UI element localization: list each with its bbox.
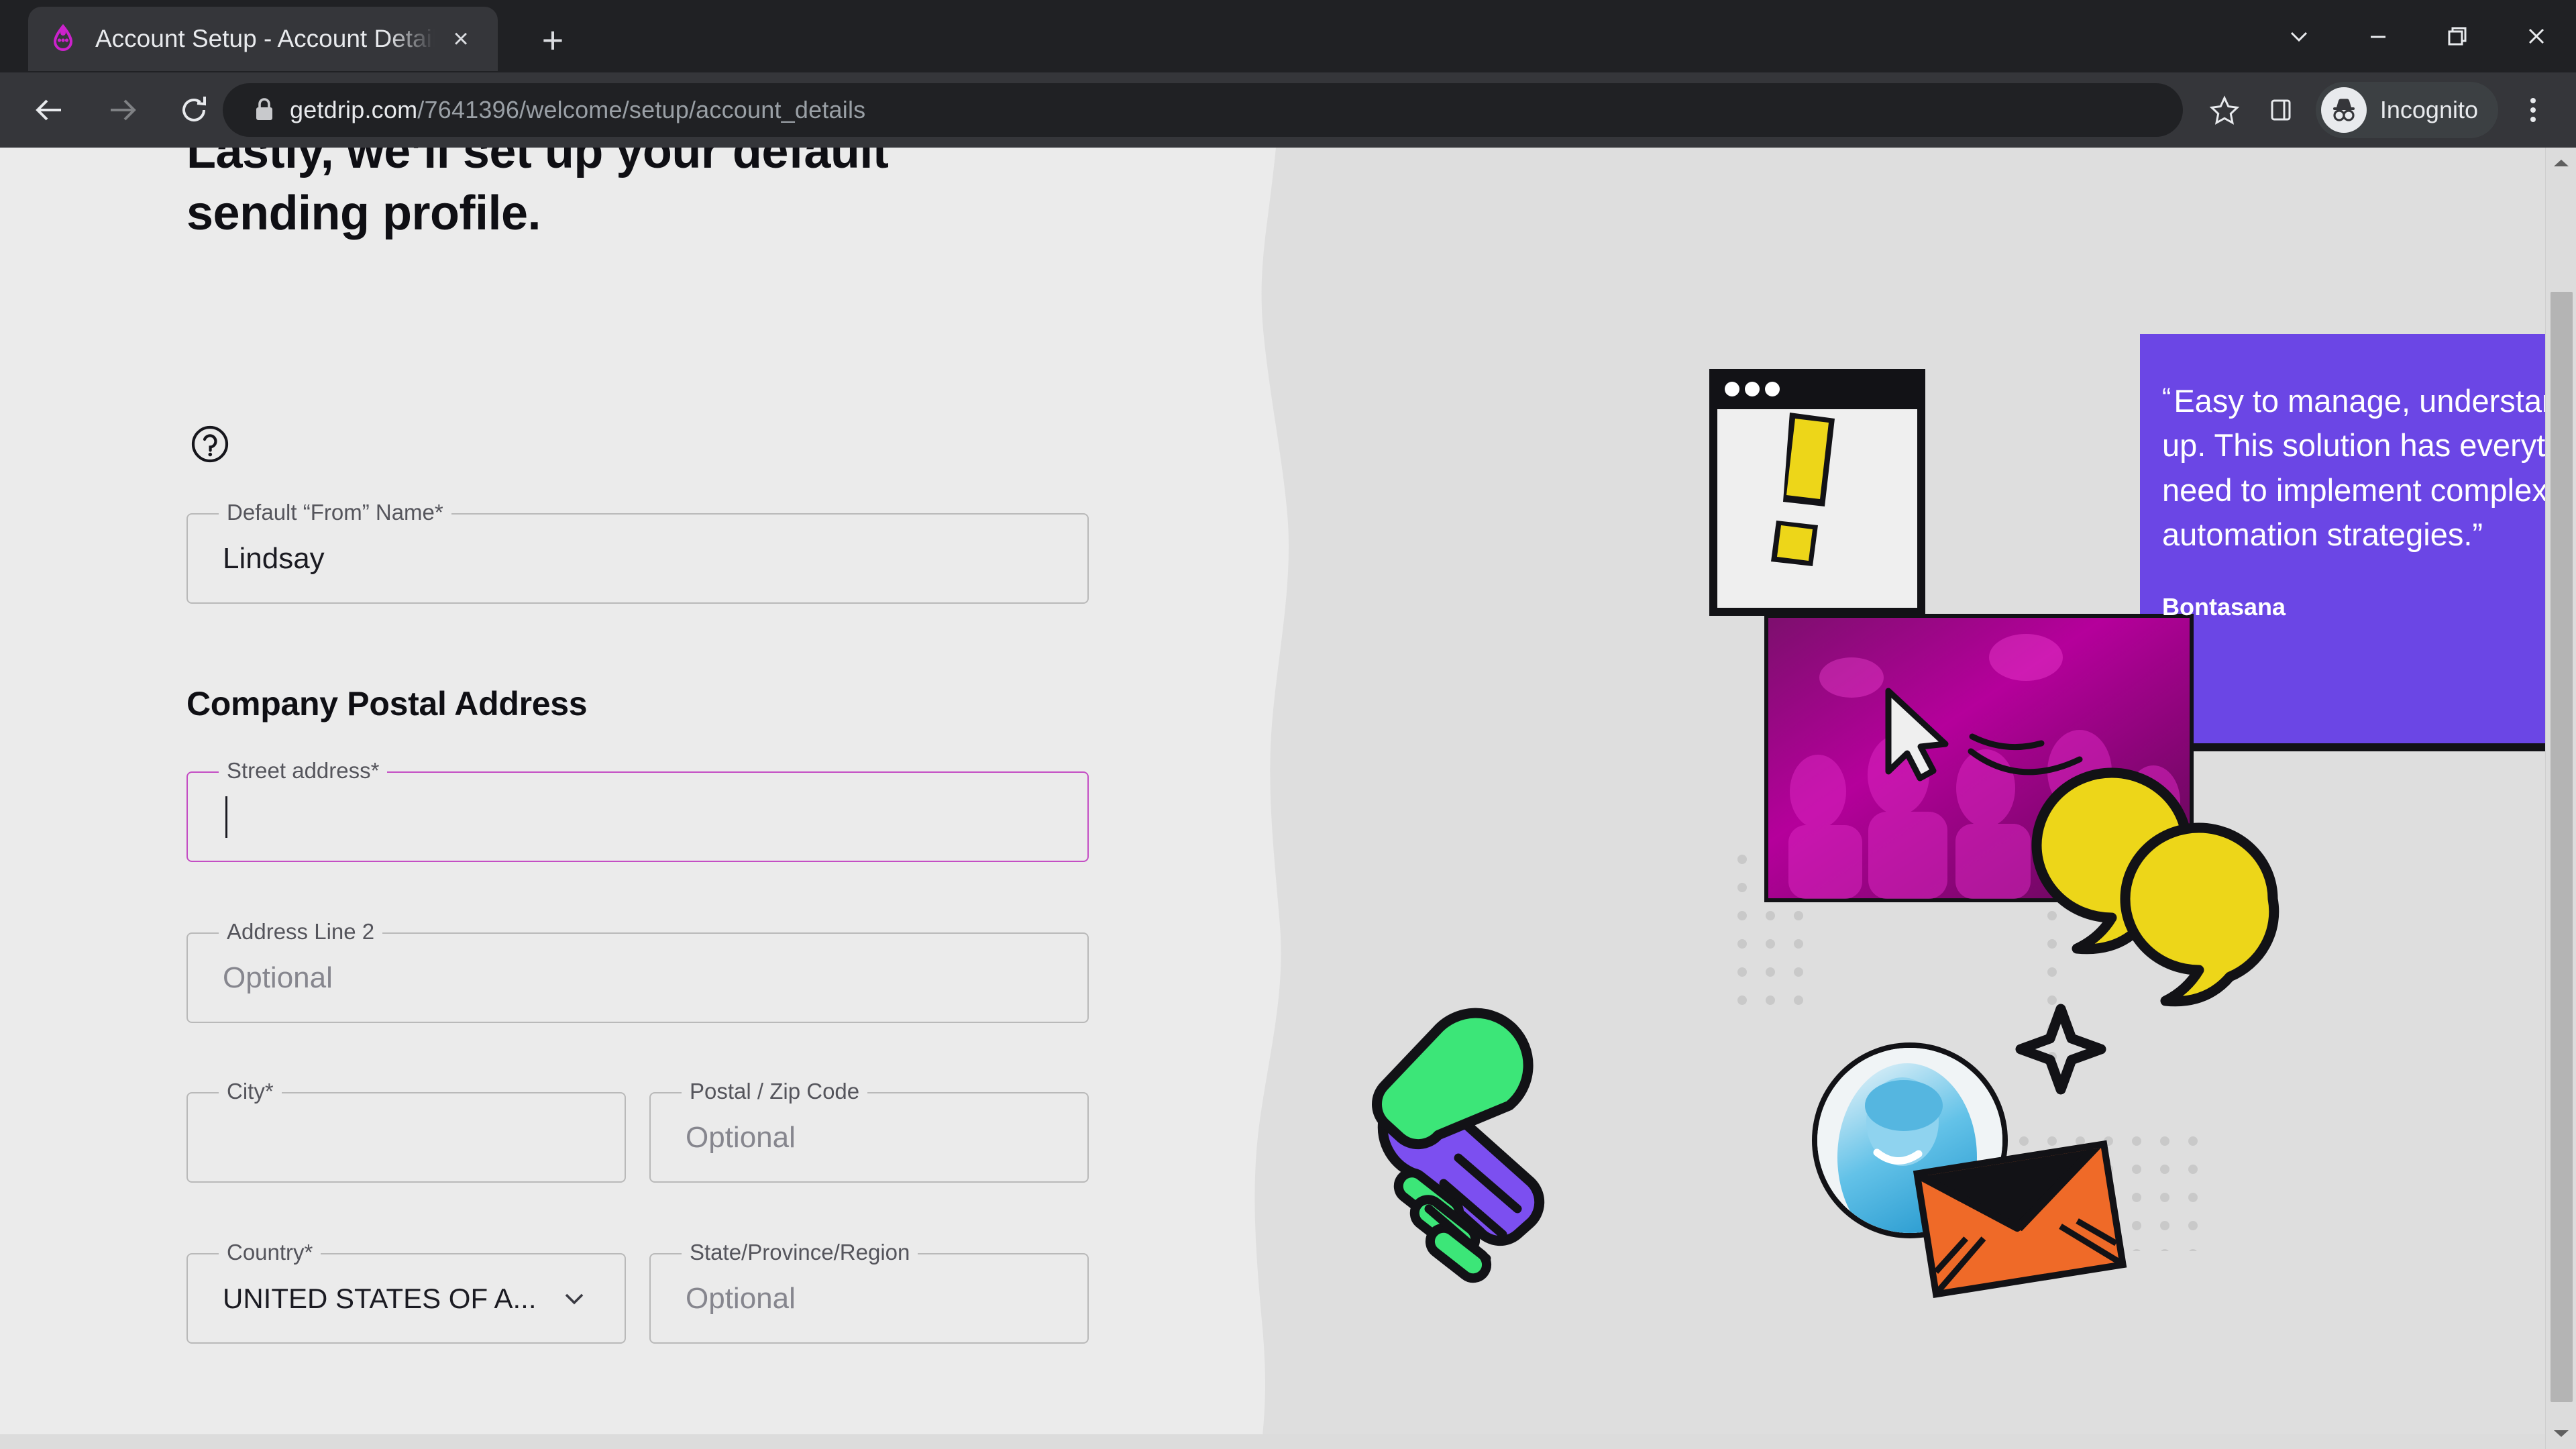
tab-search-icon[interactable]: [2259, 0, 2339, 72]
text-caret: [225, 796, 227, 838]
tab-strip: Account Setup - Account Details × +: [0, 0, 2576, 72]
country-value: UNITED STATES OF A...: [223, 1282, 537, 1314]
side-panel-icon[interactable]: [2253, 82, 2309, 138]
promo-illustration: [1372, 334, 2576, 1299]
browser-window: Account Setup - Account Details × + getd…: [0, 0, 2576, 1449]
star-icon[interactable]: [2196, 82, 2253, 138]
browser-tab[interactable]: Account Setup - Account Details ×: [28, 7, 498, 71]
back-icon[interactable]: [19, 79, 80, 141]
scroll-down-icon[interactable]: [2546, 1419, 2576, 1448]
scroll-up-icon[interactable]: [2546, 149, 2576, 177]
from-name-value: Lindsay: [223, 541, 325, 575]
url-path: /7641396/welcome/setup/account_details: [417, 96, 866, 123]
promo-pane: “Easy to manage, understand and set up. …: [1228, 148, 2576, 1449]
url-host: getdrip.com: [290, 96, 418, 123]
restore-icon[interactable]: [2418, 0, 2497, 72]
scrollbar-thumb[interactable]: [2551, 292, 2573, 1402]
street-address-field[interactable]: Street address*: [186, 758, 1089, 862]
vertical-scrollbar[interactable]: [2545, 148, 2576, 1449]
country-select[interactable]: Country* UNITED STATES OF A...: [186, 1240, 626, 1344]
state-province-label: State/Province/Region: [682, 1240, 918, 1265]
profile-label: Incognito: [2379, 96, 2478, 123]
forward-icon[interactable]: [91, 79, 153, 141]
toolbar-actions: Incognito: [2196, 82, 2561, 138]
window-close-icon[interactable]: [2497, 0, 2576, 72]
page-viewport: Lastly, we’ll set up your default sendin…: [0, 148, 2576, 1449]
chevron-down-icon[interactable]: [559, 1283, 590, 1314]
address-line-2-field[interactable]: Address Line 2 Optional: [186, 919, 1089, 1023]
country-label: Country*: [219, 1240, 321, 1265]
testimonial-quote-text: Easy to manage, understand and set up. T…: [2162, 383, 2576, 552]
speech-bubbles-icon: [2031, 767, 2279, 1007]
incognito-icon: [2320, 87, 2367, 133]
browser-toolbar: getdrip.com/7641396/welcome/setup/accoun…: [0, 72, 2576, 148]
address-bar[interactable]: getdrip.com/7641396/welcome/setup/accoun…: [223, 83, 2183, 137]
setup-form-pane: Lastly, we’ll set up your default sendin…: [0, 148, 1261, 1449]
handshake-icon: [1372, 1008, 1545, 1283]
from-name-label: Default “From” Name*: [219, 500, 451, 525]
reload-icon[interactable]: [164, 79, 225, 141]
window-controls: [2259, 0, 2576, 72]
postal-code-label: Postal / Zip Code: [682, 1079, 868, 1104]
testimonial-quote: “Easy to manage, understand and set up. …: [2162, 379, 2576, 557]
three-dot-menu-icon[interactable]: [2505, 82, 2561, 138]
address-line-2-placeholder: Optional: [223, 961, 333, 994]
page-title: Lastly, we’ll set up your default sendin…: [186, 148, 889, 241]
state-province-field[interactable]: State/Province/Region Optional: [649, 1240, 1089, 1344]
city-label: City*: [219, 1079, 282, 1104]
address-line-2-label: Address Line 2: [219, 919, 383, 945]
quote-mark: “: [2162, 383, 2171, 413]
testimonial: “Easy to manage, understand and set up. …: [2162, 379, 2576, 621]
city-field[interactable]: City*: [186, 1079, 626, 1183]
lock-icon: [250, 97, 279, 123]
postal-code-placeholder: Optional: [686, 1120, 796, 1154]
testimonial-attribution: Bontasana: [2162, 593, 2286, 621]
section-heading: Company Postal Address: [186, 685, 588, 722]
street-address-label: Street address*: [219, 758, 388, 784]
postal-code-field[interactable]: Postal / Zip Code Optional: [649, 1079, 1089, 1183]
url-text: getdrip.com/7641396/welcome/setup/accoun…: [290, 96, 865, 124]
profile-chip[interactable]: Incognito: [2315, 82, 2498, 138]
close-icon[interactable]: ×: [441, 19, 480, 58]
minimize-icon[interactable]: [2339, 0, 2418, 72]
drip-logo-icon: [46, 21, 80, 56]
help-circle-icon[interactable]: [189, 423, 231, 469]
state-province-placeholder: Optional: [686, 1281, 796, 1315]
horizontal-scroll-area[interactable]: [0, 1434, 2545, 1449]
tab-title: Account Setup - Account Details: [95, 25, 435, 52]
new-tab-button[interactable]: +: [530, 17, 576, 63]
from-name-field[interactable]: Default “From” Name* Lindsay: [186, 500, 1089, 604]
